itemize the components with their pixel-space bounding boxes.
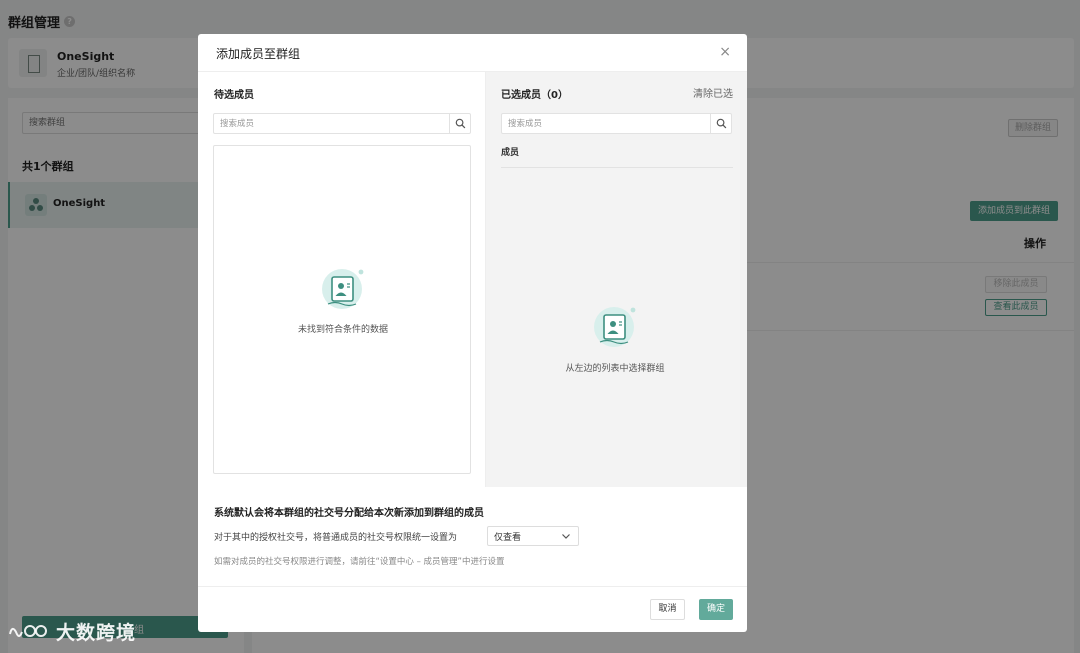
settings-hint: 如需对成员的社交号权限进行调整，请前往“设置中心 – 成员管理”中进行设置: [214, 557, 505, 567]
close-icon[interactable]: ×: [719, 44, 731, 60]
divider: [501, 167, 733, 168]
add-members-modal: 添加成员至群组 × 待选成员 搜索成员 未找到符合条件的数据 已选成员（0） 清…: [198, 34, 747, 632]
cancel-button[interactable]: 取消: [650, 599, 685, 620]
modal-header: 添加成员至群组 ×: [198, 34, 747, 72]
permission-select-value: 仅查看: [494, 533, 522, 543]
members-column-header: 成员: [501, 148, 520, 158]
ok-button[interactable]: 确定: [699, 599, 733, 620]
pending-members-title: 待选成员: [214, 90, 254, 101]
settings-title: 系统默认会将本群组的社交号分配给本次新添加到群组的成员: [214, 508, 484, 519]
permission-select[interactable]: 仅查看: [487, 526, 579, 546]
watermark-logo-icon: [9, 624, 47, 637]
pending-members-list: 未找到符合条件的数据: [213, 145, 471, 474]
search-icon[interactable]: [710, 114, 731, 133]
pending-members-pane: 待选成员 未找到符合条件的数据: [198, 72, 486, 487]
chevron-down-icon: [561, 531, 571, 544]
selected-members-pane: 已选成员（0） 清除已选 成员 从左边的列表中选择群组: [486, 72, 747, 487]
selected-search-input[interactable]: [502, 114, 709, 134]
modal-footer: 取消 确定: [198, 586, 747, 632]
selected-empty-text: 从左边的列表中选择群组: [565, 364, 665, 374]
permission-settings: 系统默认会将本群组的社交号分配给本次新添加到群组的成员 对于其中的授权社交号，将…: [198, 487, 747, 586]
modal-title: 添加成员至群组: [216, 47, 301, 61]
selected-search: [501, 113, 732, 134]
empty-contact-card-icon: [592, 304, 638, 350]
watermark: 大数跨境: [8, 618, 136, 645]
permission-row-label: 对于其中的授权社交号，将普通成员的社交号权限统一设置为: [214, 533, 458, 543]
search-icon[interactable]: [449, 114, 470, 133]
pending-empty-text: 未找到符合条件的数据: [297, 325, 389, 335]
watermark-text: 大数跨境: [56, 622, 137, 644]
clear-selected-link[interactable]: 清除已选: [693, 85, 733, 100]
selected-members-title: 已选成员（0）: [501, 90, 568, 101]
pending-search-input[interactable]: [214, 114, 448, 134]
pending-search: [213, 113, 471, 134]
empty-contact-card-icon: [320, 266, 366, 312]
